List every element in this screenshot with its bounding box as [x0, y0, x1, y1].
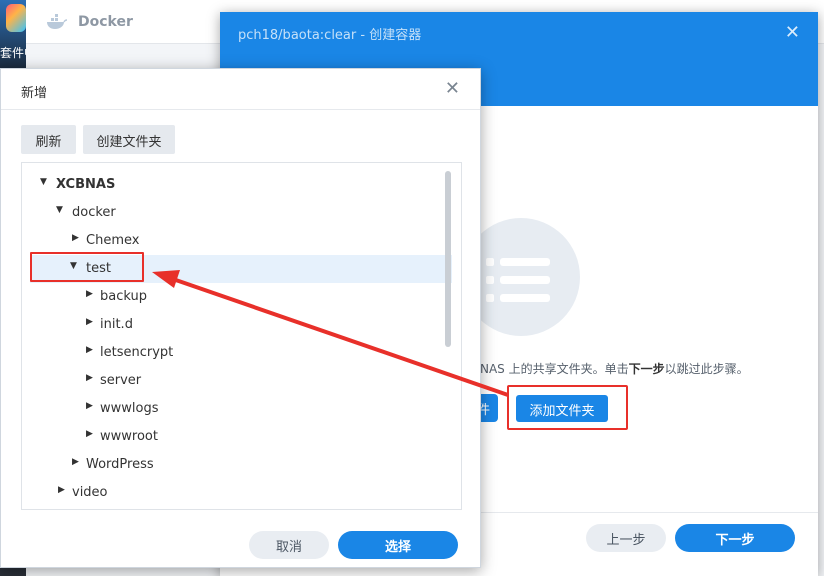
- annotation-arrow-line: [169, 276, 509, 397]
- annotation-arrow-head: [152, 270, 180, 288]
- annotation-arrow-overlay: [152, 270, 509, 397]
